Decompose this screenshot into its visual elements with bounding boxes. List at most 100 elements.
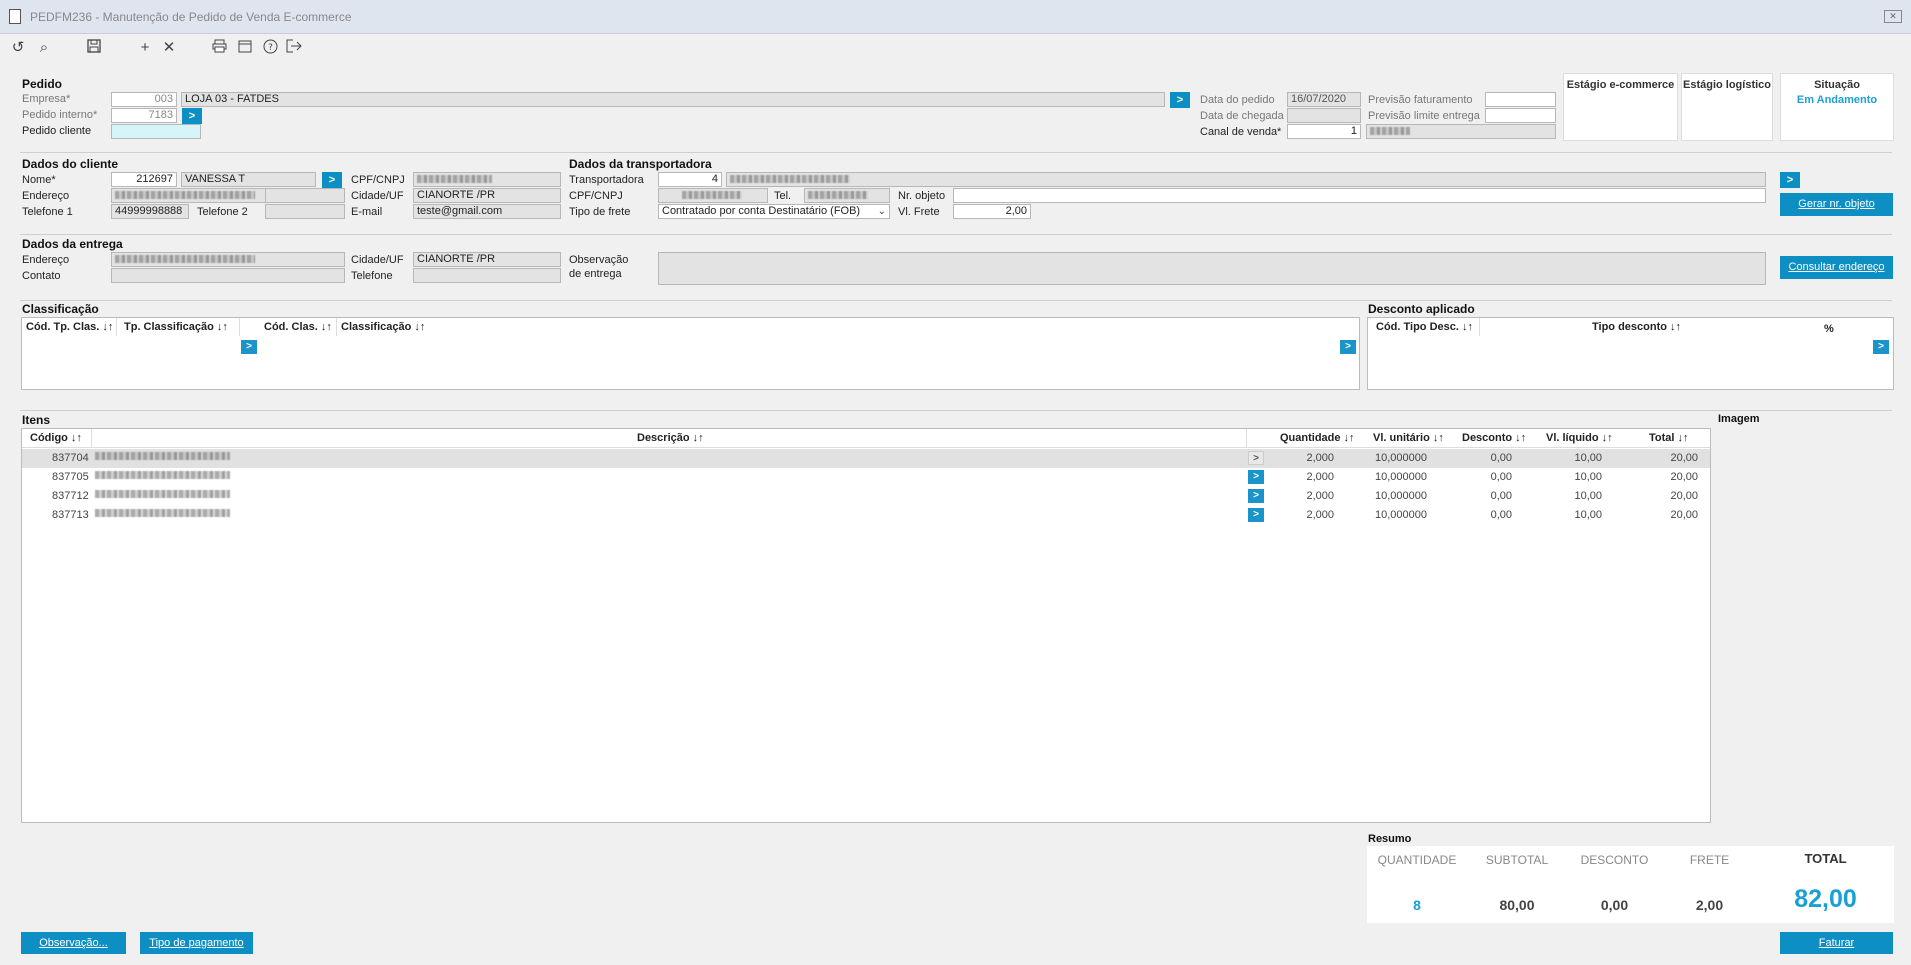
transportadora-tel-field — [804, 188, 890, 203]
nr-objeto-input[interactable] — [953, 188, 1766, 203]
col-header[interactable]: Tp. Classificação ↓↑ — [124, 321, 228, 333]
pedido-interno-input[interactable]: 7183 — [111, 108, 177, 123]
empresa-code-input[interactable]: 003 — [111, 92, 177, 107]
window-close-icon[interactable]: ✕ — [1884, 10, 1902, 23]
imagem-title: Imagem — [1718, 413, 1760, 425]
row-desconto: 0,00 — [1490, 509, 1512, 521]
transportadora-code-input[interactable]: 4 — [658, 172, 722, 187]
col-header-desconto[interactable]: Desconto ↓↑ — [1462, 432, 1526, 444]
empresa-go-button[interactable]: > — [1170, 92, 1190, 108]
resumo-title: Resumo — [1368, 833, 1412, 845]
desconto-add-button[interactable]: > — [1873, 340, 1889, 354]
transportadora-go-button[interactable]: > — [1780, 172, 1800, 188]
row-descricao — [95, 469, 230, 481]
estagio-logistico-box: Estágio logístico — [1681, 73, 1773, 141]
col-header[interactable]: Tipo desconto ↓↑ — [1592, 321, 1681, 333]
data-pedido-field: 16/07/2020 — [1287, 92, 1361, 107]
canal-venda-input[interactable]: 1 — [1287, 124, 1361, 139]
empresa-name-field: LOJA 03 - FATDES — [181, 92, 1165, 107]
delete-icon[interactable]: ✕ — [160, 39, 178, 57]
col-header[interactable]: % — [1824, 323, 1834, 335]
resumo-desconto-label: DESCONTO — [1580, 853, 1649, 867]
resumo-desconto-value: 0,00 — [1600, 897, 1629, 913]
previsao-limite-input[interactable] — [1485, 108, 1556, 123]
table-row[interactable]: 837712 > 2,000 10,000000 0,00 10,00 20,0… — [22, 487, 1710, 506]
search-icon[interactable]: ⌕ — [35, 39, 53, 57]
row-total: 20,00 — [1670, 509, 1698, 521]
table-row[interactable]: 837705 > 2,000 10,000000 0,00 10,00 20,0… — [22, 468, 1710, 487]
classificacao-title: Classificação — [22, 302, 99, 316]
add-icon[interactable]: + — [136, 39, 154, 57]
desconto-title: Desconto aplicado — [1368, 302, 1475, 316]
classificacao-add-button-right[interactable]: > — [1340, 340, 1356, 354]
vl-frete-label: Vl. Frete — [898, 206, 940, 218]
col-header-quantidade[interactable]: Quantidade ↓↑ — [1280, 432, 1355, 444]
help-icon[interactable]: ? — [261, 39, 279, 57]
transportadora-name-field — [726, 172, 1766, 187]
col-header-codigo[interactable]: Código ↓↑ — [30, 432, 82, 444]
row-desconto: 0,00 — [1490, 471, 1512, 483]
previsao-faturamento-input[interactable] — [1485, 92, 1556, 107]
gerar-objeto-button[interactable]: Gerar nr. objeto — [1780, 193, 1893, 216]
row-quantidade: 2,000 — [1306, 471, 1334, 483]
print-icon[interactable] — [210, 39, 228, 57]
exit-icon[interactable] — [285, 39, 303, 57]
undo-icon[interactable]: ↺ — [9, 39, 27, 57]
pedido-cliente-input[interactable] — [111, 124, 201, 139]
consultar-endereco-button[interactable]: Consultar endereço — [1780, 256, 1893, 279]
col-header[interactable]: Classificação ↓↑ — [341, 321, 425, 333]
cliente-code-input[interactable]: 212697 — [111, 172, 177, 187]
telefone2-field — [265, 204, 345, 219]
nr-objeto-label: Nr. objeto — [898, 190, 946, 202]
estagio-ecommerce-label: Estágio e-commerce — [1566, 79, 1675, 91]
cliente-go-button[interactable]: > — [322, 172, 342, 188]
row-liquido: 10,00 — [1574, 471, 1602, 483]
save-icon[interactable] — [85, 39, 103, 57]
itens-header-row: Código ↓↑ Descrição ↓↑ Quantidade ↓↑ Vl.… — [22, 429, 1710, 448]
observacao-button[interactable]: Observação... — [21, 932, 126, 954]
row-codigo: 837704 — [52, 452, 89, 464]
entrega-telefone-label: Telefone — [351, 270, 393, 282]
pedido-interno-go-button[interactable]: > — [182, 108, 202, 124]
table-row[interactable]: 837713 > 2,000 10,000000 0,00 10,00 20,0… — [22, 506, 1710, 525]
telefone1-field: 44999998888 — [111, 204, 189, 219]
row-total: 20,00 — [1670, 490, 1698, 502]
col-header[interactable]: Cód. Clas. ↓↑ — [264, 321, 332, 333]
row-liquido: 10,00 — [1574, 452, 1602, 464]
classificacao-add-button[interactable]: > — [241, 340, 257, 354]
desconto-table: Cód. Tipo Desc. ↓↑ Tipo desconto ↓↑ % > — [1367, 317, 1894, 390]
col-header[interactable]: Cód. Tipo Desc. ↓↑ — [1376, 321, 1473, 333]
entrega-title: Dados da entrega — [22, 237, 123, 251]
data-chegada-label: Data de chegada — [1200, 110, 1284, 122]
telefone2-label: Telefone 2 — [197, 206, 248, 218]
faturar-button[interactable]: Faturar — [1780, 932, 1893, 954]
row-unitario: 10,000000 — [1375, 490, 1427, 502]
row-quantidade: 2,000 — [1306, 509, 1334, 521]
itens-table: Código ↓↑ Descrição ↓↑ Quantidade ↓↑ Vl.… — [21, 428, 1711, 823]
canal-venda-label: Canal de venda* — [1200, 126, 1282, 138]
transportadora-tel-label: Tel. — [774, 190, 792, 202]
row-quantidade: 2,000 — [1306, 490, 1334, 502]
data-pedido-label: Data do pedido — [1200, 94, 1275, 106]
vl-frete-input[interactable]: 2,00 — [953, 204, 1031, 219]
table-row[interactable]: 837704 > 2,000 10,000000 0,00 10,00 20,0… — [22, 449, 1710, 468]
col-header-vl-liquido[interactable]: Vl. líquido ↓↑ — [1546, 432, 1613, 444]
divider — [20, 234, 1892, 235]
row-descricao — [95, 488, 230, 500]
row-unitario: 10,000000 — [1375, 509, 1427, 521]
col-header-total[interactable]: Total ↓↑ — [1649, 432, 1689, 444]
entrega-endereco-field — [111, 252, 345, 267]
canal-venda-name-field — [1366, 124, 1556, 139]
divider — [20, 410, 1892, 411]
endereco-label: Endereço — [22, 190, 70, 202]
tipo-frete-select[interactable]: Contratado por conta Destinatário (FOB) … — [658, 204, 890, 219]
calendar-icon[interactable] — [236, 39, 254, 57]
entrega-contato-field — [111, 268, 345, 283]
col-header-vl-unitario[interactable]: Vl. unitário ↓↑ — [1373, 432, 1444, 444]
tipo-pagamento-button[interactable]: Tipo de pagamento — [140, 932, 253, 954]
observacao-entrega-field — [658, 252, 1766, 285]
col-header-descricao[interactable]: Descrição ↓↑ — [637, 432, 704, 444]
entrega-contato-label: Contato — [22, 270, 61, 282]
cliente-cidade-field: CIANORTE /PR — [413, 188, 561, 203]
col-header[interactable]: Cód. Tp. Clas. ↓↑ — [26, 321, 113, 333]
